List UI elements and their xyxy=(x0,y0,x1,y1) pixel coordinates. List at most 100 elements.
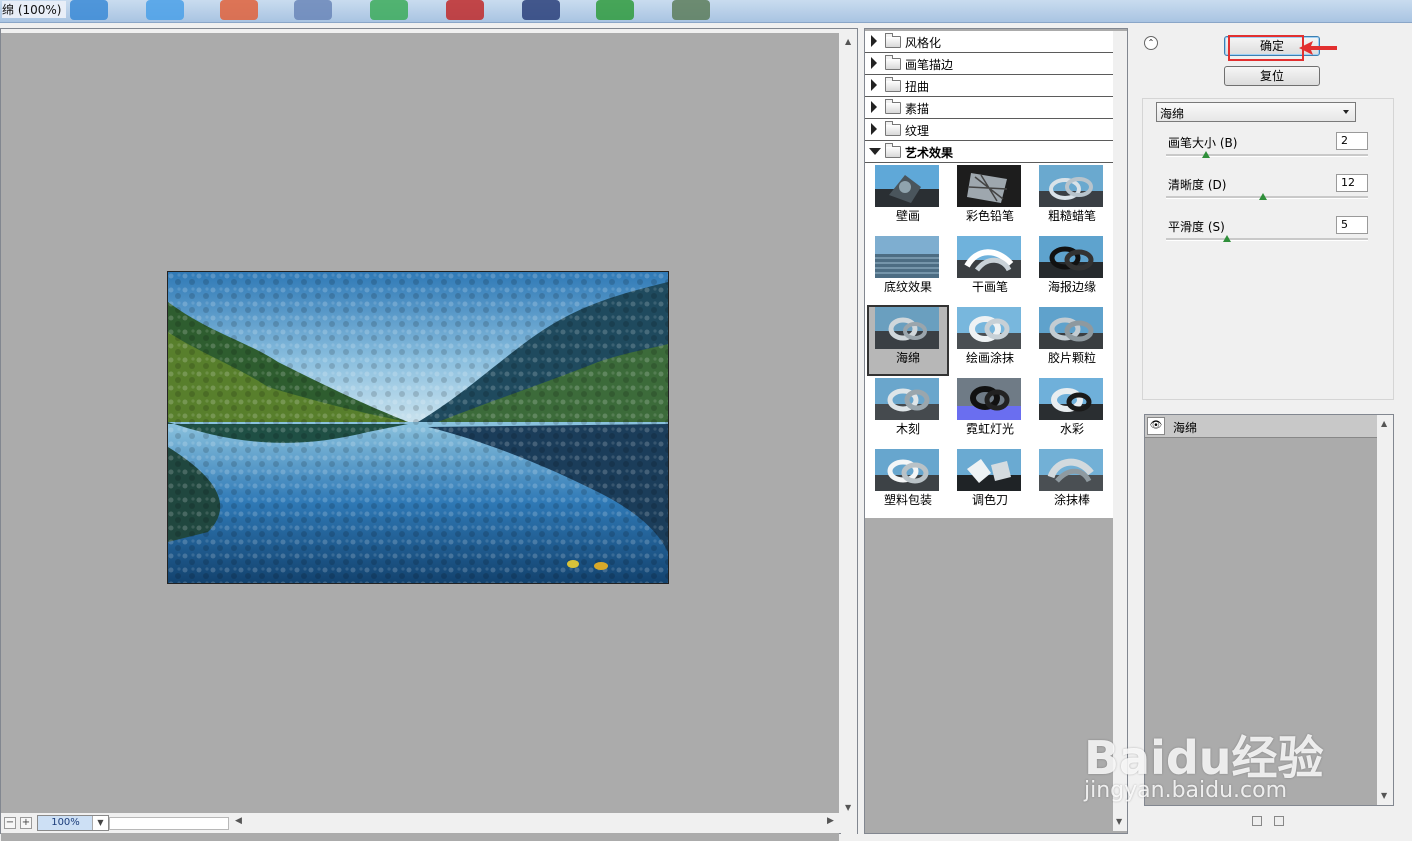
smoothness-label: 平滑度 (S) xyxy=(1168,220,1225,234)
thumbnail-image xyxy=(875,165,939,207)
expand-triangle-icon[interactable] xyxy=(871,101,877,113)
folder-icon xyxy=(885,33,901,48)
preview-vertical-scrollbar[interactable]: ▲ ▼ xyxy=(841,33,857,841)
smoothness-input[interactable]: 5 xyxy=(1336,216,1368,234)
filter-type-select[interactable]: 海绵 xyxy=(1156,102,1356,122)
window-title: 绵 (100%) xyxy=(2,1,66,18)
thumbnail-image xyxy=(957,378,1021,420)
layers-scrollbar[interactable]: ▲ ▼ xyxy=(1377,415,1393,805)
filter-thumbnail[interactable]: 干画笔 xyxy=(949,234,1031,305)
scroll-left-arrow-icon[interactable]: ◀ xyxy=(235,816,242,826)
thumbnail-image xyxy=(1039,378,1103,420)
filter-category[interactable]: 画笔描边 xyxy=(865,53,1113,75)
collapse-panel-icon[interactable]: ⌃ xyxy=(1144,36,1158,50)
definition-label: 清晰度 (D) xyxy=(1168,178,1227,192)
thumbnail-label: 塑料包装 xyxy=(883,493,932,507)
preview-horizontal-scrollbar[interactable] xyxy=(109,817,229,830)
smoothness-slider-track[interactable] xyxy=(1166,238,1368,241)
thumbnail-label: 底纹效果 xyxy=(883,280,932,294)
slider-knob-icon[interactable] xyxy=(1202,151,1211,158)
filter-thumbnail-selected[interactable]: 海绵 xyxy=(867,305,949,376)
arrow-left-icon xyxy=(1299,41,1337,55)
taskbar-icon xyxy=(596,0,634,20)
filter-thumbnail[interactable]: 涂抹棒 xyxy=(1031,447,1113,518)
thumbnail-label: 海报边缘 xyxy=(1047,280,1096,294)
thumbnail-image xyxy=(957,449,1021,491)
scroll-right-arrow-icon[interactable]: ▶ xyxy=(827,816,834,826)
filter-thumbnail[interactable]: 粗糙蜡笔 xyxy=(1031,163,1113,234)
thumbnail-image xyxy=(957,307,1021,349)
chevron-down-icon[interactable]: ▼ xyxy=(92,816,108,830)
expand-triangle-icon[interactable] xyxy=(871,57,877,69)
filter-thumbnail[interactable]: 绘画涂抹 xyxy=(949,305,1031,376)
filter-category[interactable]: 扭曲 xyxy=(865,75,1113,97)
scroll-down-arrow-icon[interactable]: ▼ xyxy=(1381,791,1387,800)
expand-triangle-icon[interactable] xyxy=(871,79,877,91)
taskbar-icon xyxy=(522,0,560,20)
collapse-triangle-icon[interactable] xyxy=(869,148,881,155)
filter-thumbnail[interactable]: 胶片颗粒 xyxy=(1031,305,1113,376)
definition-slider-track[interactable] xyxy=(1166,196,1368,199)
filter-browser-scrollbar[interactable]: ▼ xyxy=(1113,31,1127,831)
slider-knob-icon[interactable] xyxy=(1222,235,1231,242)
filter-thumbnail[interactable]: 调色刀 xyxy=(949,447,1031,518)
taskbar-icon xyxy=(370,0,408,20)
smoothness-control: 平滑度 (S) 5 xyxy=(1162,216,1372,254)
expand-triangle-icon[interactable] xyxy=(871,35,877,47)
category-label: 风格化 xyxy=(905,36,942,50)
filter-thumbnail[interactable]: 水彩 xyxy=(1031,376,1113,447)
taskbar-icon xyxy=(446,0,484,20)
category-label: 素描 xyxy=(905,102,930,116)
thumbnail-image xyxy=(875,236,939,278)
scroll-up-arrow-icon[interactable]: ▲ xyxy=(845,37,851,46)
highlight-box xyxy=(1228,35,1304,61)
slider-knob-icon[interactable] xyxy=(1258,193,1267,200)
brush-size-input[interactable]: 2 xyxy=(1336,132,1368,150)
folder-icon xyxy=(885,55,901,70)
thumbnail-label: 水彩 xyxy=(1059,422,1084,436)
reset-button[interactable]: 复位 xyxy=(1224,66,1320,86)
filter-category[interactable]: 纹理 xyxy=(865,119,1113,141)
zoom-level-value: 100% xyxy=(38,816,93,830)
thumbnail-image xyxy=(1039,236,1103,278)
thumbnail-label: 绘画涂抹 xyxy=(965,351,1014,365)
filter-thumbnail[interactable]: 彩色铅笔 xyxy=(949,163,1031,234)
filter-thumbnail[interactable]: 塑料包装 xyxy=(867,447,949,518)
title-bar: 绵 (100%) xyxy=(0,0,1412,23)
zoom-level-select[interactable]: 100% ▼ xyxy=(37,815,109,831)
filter-category[interactable]: 风格化 xyxy=(865,31,1113,53)
filtered-landscape-image xyxy=(167,271,669,584)
scroll-up-arrow-icon[interactable]: ▲ xyxy=(1381,419,1387,428)
filter-thumbnail[interactable]: 底纹效果 xyxy=(867,234,949,305)
thumbnail-label: 干画笔 xyxy=(971,280,1008,294)
expand-triangle-icon[interactable] xyxy=(871,123,877,135)
zoom-in-button[interactable]: + xyxy=(20,817,32,829)
taskbar-icon xyxy=(672,0,710,20)
new-effect-layer-icon[interactable] xyxy=(1252,816,1262,826)
filter-category[interactable]: 素描 xyxy=(865,97,1113,119)
filter-thumbnail[interactable]: 壁画 xyxy=(867,163,949,234)
filter-thumbnail[interactable]: 霓虹灯光 xyxy=(949,376,1031,447)
thumbnail-image xyxy=(1039,165,1103,207)
thumbnail-label: 粗糙蜡笔 xyxy=(1047,209,1096,223)
thumbnail-label: 壁画 xyxy=(895,209,920,223)
zoom-out-button[interactable]: − xyxy=(4,817,16,829)
preview-canvas[interactable] xyxy=(1,33,839,841)
effect-layer-row[interactable]: 👁 海绵 xyxy=(1145,415,1377,438)
preview-pane: ▲ ▼ − + 100% ▼ ◀ ▶ xyxy=(0,28,858,841)
category-label: 扭曲 xyxy=(905,80,930,94)
brush-size-slider-track[interactable] xyxy=(1166,154,1368,157)
eye-icon[interactable]: 👁 xyxy=(1147,417,1165,435)
filter-category-expanded[interactable]: 艺术效果 xyxy=(865,141,1113,163)
thumbnail-image xyxy=(957,165,1021,207)
definition-input[interactable]: 12 xyxy=(1336,174,1368,192)
scroll-down-arrow-icon[interactable]: ▼ xyxy=(1116,817,1122,826)
filter-type-value: 海绵 xyxy=(1160,107,1185,121)
filter-thumbnail[interactable]: 木刻 xyxy=(867,376,949,447)
folder-icon xyxy=(885,143,901,158)
filter-thumbnail[interactable]: 海报边缘 xyxy=(1031,234,1113,305)
scroll-down-arrow-icon[interactable]: ▼ xyxy=(845,803,851,812)
trash-icon[interactable] xyxy=(1274,816,1284,826)
chevron-down-icon[interactable] xyxy=(1343,110,1349,114)
filter-thumbnail-grid: 壁画 彩色铅笔 粗糙蜡笔 底纹效果 干画笔 海报边缘 海绵 绘画涂抹 胶片颗粒 … xyxy=(865,163,1113,518)
